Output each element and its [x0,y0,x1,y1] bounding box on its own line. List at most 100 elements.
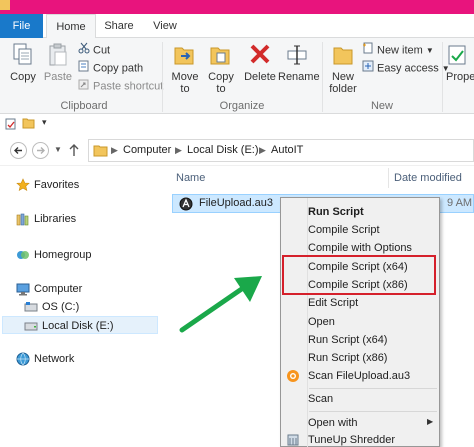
tab-home[interactable]: Home [46,14,96,39]
address-row: ▼ ▶ Computer ▶ Local Disk (E:) ▶ AutoIT [0,134,474,166]
arrow-icon [179,276,262,333]
copy-to-label-1: Copy [208,71,234,83]
nav-os-c[interactable]: OS (C:) [0,298,160,316]
menu-item-edit-script[interactable]: Edit Script [308,294,358,312]
customize-toolbar-icon[interactable]: ▾ [42,117,47,128]
nav-os-c-label: OS (C:) [42,301,80,313]
network-icon [16,352,30,372]
move-to-label-2: to [180,83,190,95]
breadcrumb-autoit[interactable]: AutoIT [271,144,303,156]
cut-label: Cut [93,44,111,57]
organize-group-label: Organize [219,100,265,112]
menu-separator [309,411,437,412]
paste-shortcut-button[interactable]: Paste shortcut [78,78,163,94]
properties-label: Prope [446,71,474,83]
back-button[interactable] [10,142,27,159]
ribbon-separator [322,42,323,112]
copy-label: Copy [10,71,36,83]
back-arrow-icon [14,147,22,154]
nav-computer[interactable]: Computer [0,280,160,298]
copy-path-button[interactable]: Copy path [78,60,143,76]
paste-shortcut-label: Paste shortcut [93,80,164,93]
paste-shortcut-icon [78,78,90,95]
menu-item-open-with[interactable]: Open with [308,414,358,432]
rename-button[interactable]: Rename [278,42,320,83]
dropdown-arrow-icon: ▼ [425,46,434,56]
breadcrumb-chevron-icon[interactable]: ▶ [111,145,118,156]
paste-label: Paste [43,71,73,83]
new-folder-icon [333,47,353,65]
move-to-icon [174,47,194,65]
breadcrumb-chevron-icon[interactable]: ▶ [175,145,182,156]
new-item-button[interactable]: New item ▼ [362,42,434,58]
paste-icon [49,43,67,66]
copy-button[interactable]: Copy [6,42,40,83]
new-folder-button[interactable]: New folder [326,42,360,95]
up-arrow-icon[interactable] [68,143,80,160]
ribbon: Copy Paste Cut Copy path Paste shortcut … [0,38,474,114]
cut-button[interactable]: Cut [78,42,110,58]
scissors-icon [78,42,90,59]
libraries-icon [16,212,30,232]
paste-button[interactable]: Paste [42,42,74,83]
address-bar[interactable]: ▶ Computer ▶ Local Disk (E:) ▶ AutoIT [88,139,474,162]
menu-item-tuneup-shredder[interactable]: TuneUp Shredder [308,431,395,447]
menu-item-scan[interactable]: Scan [308,390,333,408]
column-header-name[interactable]: Name [176,172,205,184]
nav-homegroup[interactable]: Homegroup [0,246,160,264]
column-header-date-modified[interactable]: Date modified [394,172,462,184]
menu-item-open[interactable]: Open [308,313,335,331]
recent-locations-icon[interactable]: ▼ [54,145,62,154]
navigation-pane: Favorites Libraries Homegroup Computer O… [0,166,162,447]
column-separator[interactable] [388,168,389,188]
nav-network-label: Network [34,353,75,365]
menu-item-run-script[interactable]: Run Script [308,203,364,221]
star-icon [16,178,30,198]
new-group-label: New [370,100,393,112]
rename-label: Rename [278,71,320,83]
quick-access-toolbar: ▾ [0,114,474,134]
nav-local-disk-e-label: Local Disk (E:) [42,320,114,332]
properties-icon [448,45,466,65]
nav-computer-label: Computer [34,283,83,295]
copy-to-icon [210,47,230,65]
copy-icon [13,43,32,65]
easy-access-icon [362,60,374,77]
folder-icon [0,0,10,10]
menu-item-run-script-x86[interactable]: Run Script (x86) [308,349,387,367]
nav-local-disk-e[interactable]: Local Disk (E:) [2,316,158,334]
forward-button[interactable] [32,142,49,159]
easy-access-button[interactable]: Easy access ▼ [362,60,450,76]
delete-button[interactable]: Delete [242,42,278,83]
new-folder-icon[interactable] [22,117,36,132]
rename-icon [287,45,307,65]
breadcrumb-local-disk[interactable]: Local Disk (E:) [187,144,259,156]
properties-icon[interactable] [5,118,17,133]
ribbon-tabs: File Home Share View [0,14,474,39]
new-folder-label-2: folder [329,83,357,95]
nav-libraries[interactable]: Libraries [0,210,160,228]
move-to-button[interactable]: Move to [168,42,202,95]
menu-item-compile-script[interactable]: Compile Script [308,221,380,239]
easy-access-label: Easy access [377,62,439,75]
nav-favorites[interactable]: Favorites [0,176,160,194]
tab-share[interactable]: Share [96,14,142,38]
copy-path-icon [78,60,90,77]
ribbon-separator [162,42,163,112]
menu-item-scan-file[interactable]: Scan FileUpload.au3 [308,367,410,385]
autoit-script-icon [179,197,193,214]
copy-to-label-2: to [216,83,226,95]
file-name: FileUpload.au3 [199,197,273,209]
breadcrumb-chevron-icon[interactable]: ▶ [259,145,266,156]
copy-to-button[interactable]: Copy to [204,42,238,95]
title-bar [0,0,474,14]
move-to-label-1: Move [171,71,199,83]
tuneup-shredder-icon [287,434,299,447]
breadcrumb-computer[interactable]: Computer [123,144,171,156]
properties-button[interactable]: Prope [446,42,474,83]
menu-item-run-script-x64[interactable]: Run Script (x64) [308,331,387,349]
nav-network[interactable]: Network [0,350,160,368]
tab-view[interactable]: View [142,14,188,38]
folder-icon [93,144,109,160]
tab-file[interactable]: File [0,14,43,38]
